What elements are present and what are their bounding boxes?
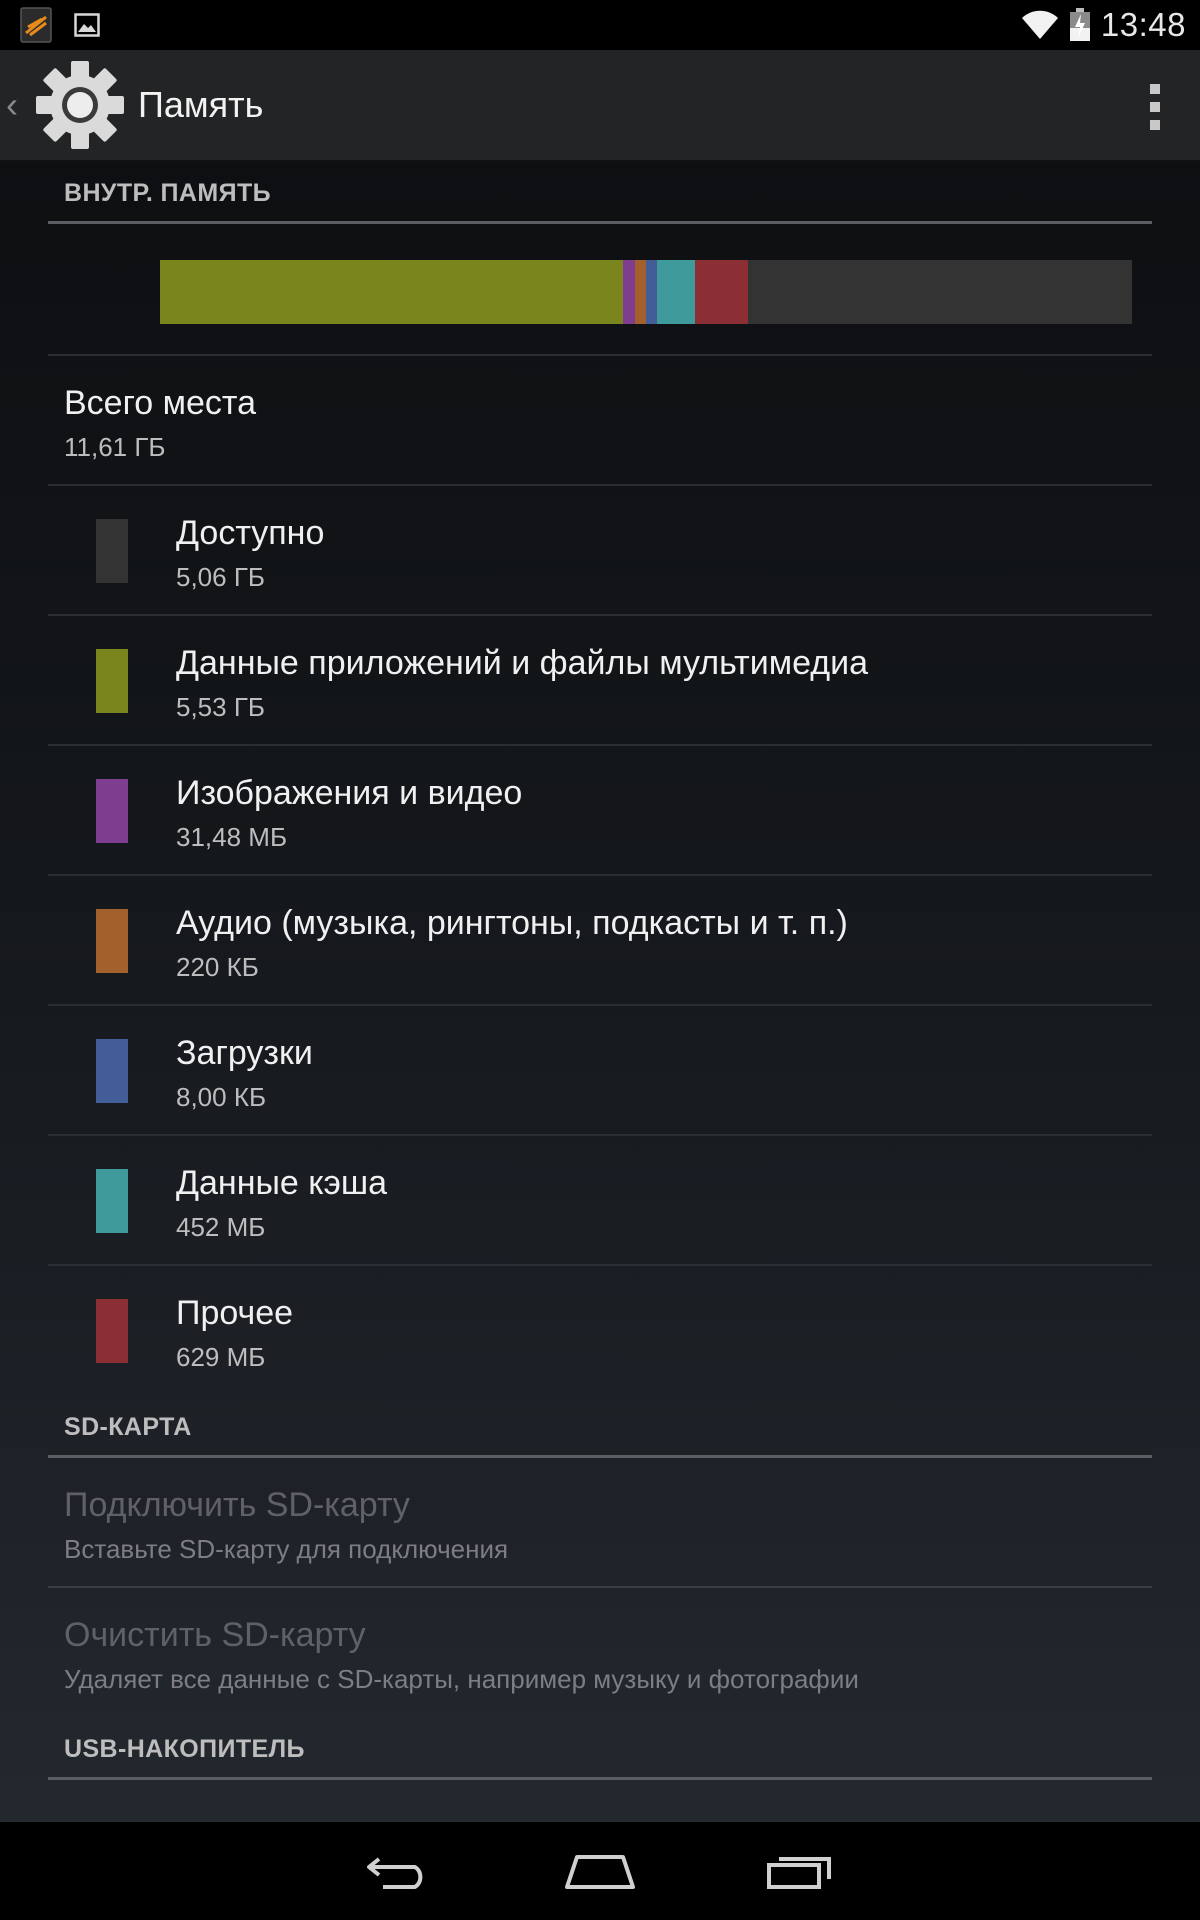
pref-summary: Вставьте SD-карту для подключения <box>64 1534 509 1564</box>
usb-storage-header: USB-НАКОПИТЕЛЬ <box>48 1718 1152 1780</box>
cache-color-swatch <box>96 1169 128 1233</box>
pref-title: Подключить SD-карту <box>64 1486 410 1524</box>
action-bar: ‹ Память <box>0 50 1200 162</box>
category-value: 5,06 ГБ <box>176 562 265 592</box>
section-header-label: SD-КАРТА <box>64 1413 192 1441</box>
up-caret-icon[interactable]: ‹ <box>6 84 26 126</box>
erase-sd-card-item: Очистить SD-карту Удаляет все данные с S… <box>48 1588 1152 1718</box>
total-space-value: 11,61 ГБ <box>64 432 166 462</box>
system-status-area: 13:48 <box>1021 6 1200 44</box>
category-apps[interactable]: Данные приложений и файлы мультимедиа 5,… <box>48 616 1152 746</box>
usage-segment-images <box>622 260 636 324</box>
section-header-label: ВНУТР. ПАМЯТЬ <box>64 179 272 207</box>
category-value: 5,53 ГБ <box>176 692 265 722</box>
images-color-swatch <box>96 779 128 843</box>
navigation-bar <box>0 1822 1200 1920</box>
overflow-menu-icon[interactable] <box>1148 84 1162 130</box>
recent-apps-icon[interactable] <box>760 1846 840 1896</box>
category-value: 8,00 КБ <box>176 1082 267 1112</box>
category-value: 31,48 МБ <box>176 822 288 852</box>
app-notification-icon <box>20 7 52 43</box>
storage-usage-bar <box>160 260 1132 324</box>
category-title: Прочее <box>176 1294 294 1332</box>
screen-title: Память <box>138 84 264 125</box>
usage-segment-apps <box>160 260 623 324</box>
category-title: Изображения и видео <box>176 774 523 812</box>
category-title: Доступно <box>176 514 325 552</box>
status-bar: 13:48 <box>0 0 1200 50</box>
usage-bar-row <box>48 224 1152 356</box>
clock: 13:48 <box>1100 6 1186 43</box>
home-icon[interactable] <box>560 1846 640 1896</box>
screen: 13:48 ‹ Память ВНУТР. ПАМЯТЬ Всего места… <box>0 0 1200 1920</box>
section-header-label: USB-НАКОПИТЕЛЬ <box>64 1735 305 1763</box>
category-audio[interactable]: Аудио (музыка, рингтоны, подкасты и т. п… <box>48 876 1152 1006</box>
sd-card-header: SD-КАРТА <box>48 1396 1152 1458</box>
pref-summary: Удаляет все данные с SD-карты, например … <box>64 1664 859 1694</box>
usage-segment-downloads <box>646 260 658 324</box>
pref-title: Очистить SD-карту <box>64 1616 366 1654</box>
battery-charging-icon <box>1069 8 1090 41</box>
wifi-icon <box>1021 10 1058 40</box>
usage-segment-cache <box>657 260 696 324</box>
back-icon[interactable] <box>360 1846 440 1896</box>
category-available[interactable]: Доступно 5,06 ГБ <box>48 486 1152 616</box>
usage-segment-misc <box>695 260 748 324</box>
settings-gear-icon[interactable] <box>34 59 126 151</box>
apps-color-swatch <box>96 649 128 713</box>
internal-storage-header: ВНУТР. ПАМЯТЬ <box>48 162 1152 224</box>
category-images[interactable]: Изображения и видео 31,48 МБ <box>48 746 1152 876</box>
usage-segment-audio <box>635 260 647 324</box>
notification-area <box>0 7 100 43</box>
storage-settings-list[interactable]: ВНУТР. ПАМЯТЬ Всего места 11,61 ГБ Досту… <box>0 162 1200 1822</box>
category-title: Данные приложений и файлы мультимедиа <box>176 644 868 682</box>
category-title: Данные кэша <box>176 1164 388 1202</box>
category-cache[interactable]: Данные кэша 452 МБ <box>48 1136 1152 1266</box>
total-space-title: Всего места <box>64 384 256 422</box>
image-notification-icon <box>74 13 100 37</box>
misc-color-swatch <box>96 1299 128 1363</box>
total-space-item: Всего места 11,61 ГБ <box>48 356 1152 486</box>
category-downloads[interactable]: Загрузки 8,00 КБ <box>48 1006 1152 1136</box>
category-value: 452 МБ <box>176 1212 266 1242</box>
category-value: 629 МБ <box>176 1342 266 1372</box>
audio-color-swatch <box>96 909 128 973</box>
partially-visible-item[interactable] <box>48 1780 1152 1822</box>
category-title: Аудио (музыка, рингтоны, подкасты и т. п… <box>176 904 848 942</box>
category-title: Загрузки <box>176 1034 313 1072</box>
category-misc[interactable]: Прочее 629 МБ <box>48 1266 1152 1396</box>
category-value: 220 КБ <box>176 952 259 982</box>
mount-sd-card-item: Подключить SD-карту Вставьте SD-карту дл… <box>48 1458 1152 1588</box>
available-color-swatch <box>96 519 128 583</box>
downloads-color-swatch <box>96 1039 128 1103</box>
